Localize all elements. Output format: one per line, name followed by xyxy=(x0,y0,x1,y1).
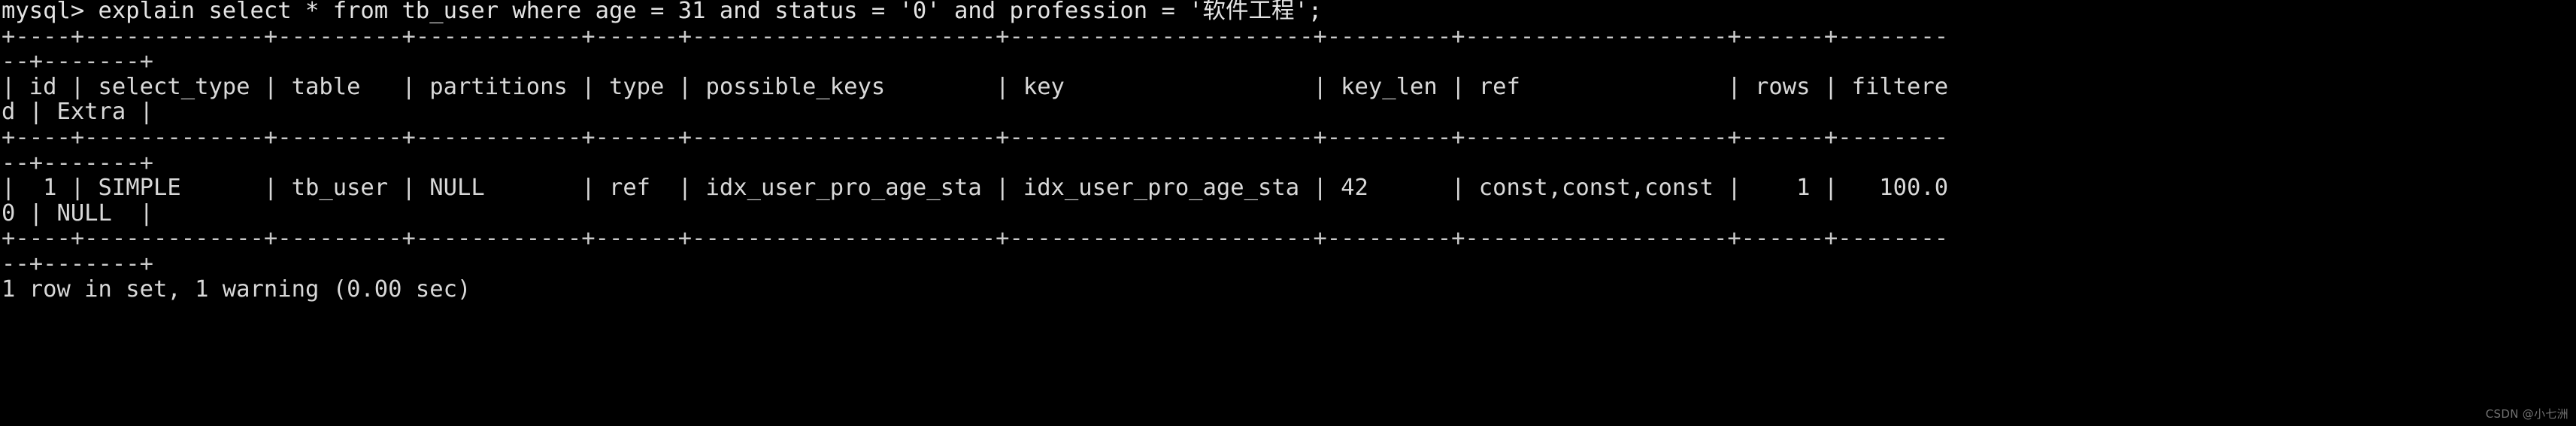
terminal-line-header-wrap: d | Extra | xyxy=(2,99,153,126)
terminal-line-command: mysql> explain select * from tb_user whe… xyxy=(2,0,1323,24)
terminal-line-separator-bottom-wrap: --+-------+ xyxy=(2,250,153,277)
terminal-line-status: 1 row in set, 1 warning (0.00 sec) xyxy=(2,275,471,303)
csdn-watermark: CSDN @小七洲 xyxy=(2485,407,2568,421)
terminal-line-separator-mid: +----+-------------+---------+----------… xyxy=(2,123,1949,151)
terminal-line-separator-mid-wrap: --+-------+ xyxy=(2,149,153,176)
terminal-line-header: | id | select_type | table | partitions … xyxy=(2,73,1949,100)
terminal-line-separator-top: +----+-------------+---------+----------… xyxy=(2,23,1949,50)
terminal-output: mysql> explain select * from tb_user whe… xyxy=(2,0,1948,302)
terminal-line-data-row-wrap: 0 | NULL | xyxy=(2,199,153,227)
terminal-line-separator-top-wrap: --+-------+ xyxy=(2,48,153,75)
terminal-window[interactable]: mysql> explain select * from tb_user whe… xyxy=(0,0,2576,426)
terminal-line-data-row: | 1 | SIMPLE | tb_user | NULL | ref | id… xyxy=(2,175,1949,202)
terminal-line-separator-bottom: +----+-------------+---------+----------… xyxy=(2,225,1949,252)
